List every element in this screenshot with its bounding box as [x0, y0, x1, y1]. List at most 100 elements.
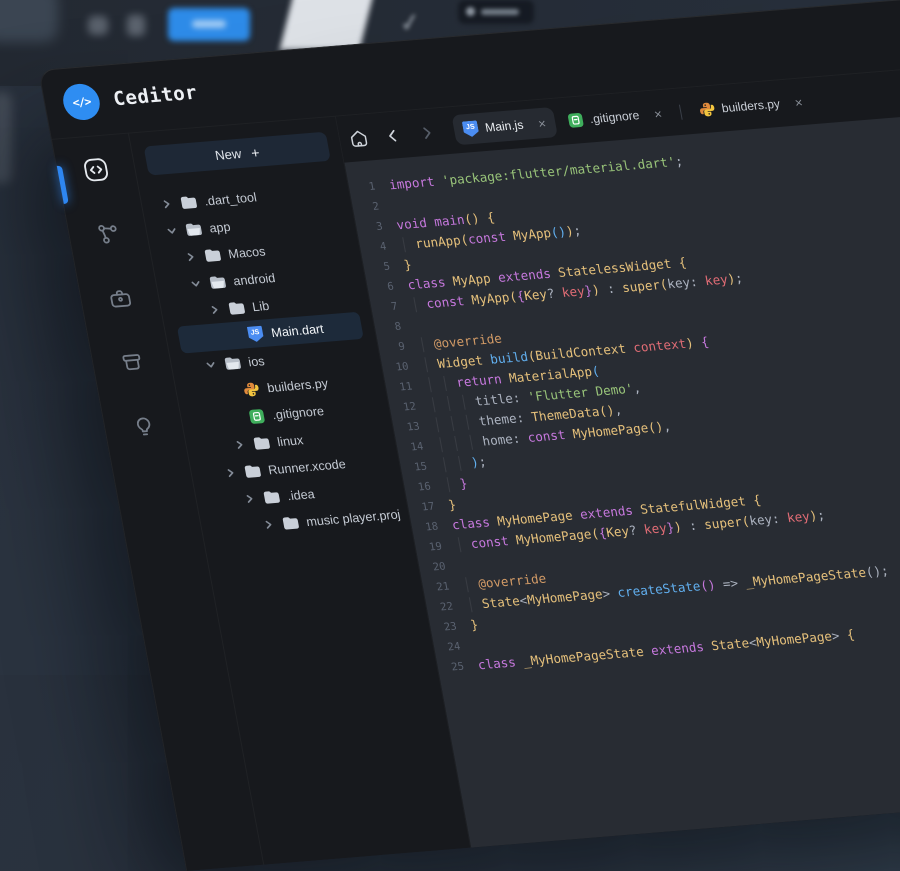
tab-divider — [678, 104, 682, 119]
git-icon — [566, 112, 584, 129]
plus-icon: + — [250, 144, 261, 161]
tree-item-label: music player.proj — [305, 507, 401, 529]
editor-window: </> Ceditor New + .dart_toolapp Macos andr… — [38, 0, 900, 871]
tree-item-label: ios — [247, 354, 266, 369]
chevron-right-icon[interactable] — [232, 440, 246, 450]
app-logo: </> — [60, 82, 103, 121]
js-file-icon: JS — [245, 325, 266, 342]
tree-item-label: linux — [276, 433, 304, 449]
active-rail-indicator — [57, 166, 69, 204]
line-number: 10 — [381, 356, 411, 378]
line-number: 5 — [362, 256, 392, 278]
chevron-down-icon[interactable] — [204, 360, 218, 370]
line-number: 8 — [373, 316, 403, 338]
folder-open-icon — [207, 274, 228, 290]
line-number: 16 — [403, 476, 433, 498]
chevron-right-icon[interactable] — [184, 252, 198, 262]
git-network-icon[interactable] — [81, 211, 135, 257]
chevron-right-icon[interactable] — [208, 305, 222, 315]
tree-item-label: app — [208, 219, 231, 235]
briefcase-icon[interactable] — [93, 275, 147, 321]
line-number: 14 — [396, 436, 426, 458]
line-number: 23 — [429, 616, 459, 638]
folder-open-icon — [222, 355, 243, 371]
scene: ✓ </> Ceditor New + .dart_toolappMacosan… — [0, 0, 900, 675]
tree-item-label: .gitignore — [271, 404, 325, 422]
line-number: 19 — [414, 536, 444, 558]
git-icon — [246, 407, 267, 424]
folder-icon — [261, 489, 282, 505]
line-number: 11 — [384, 376, 414, 398]
tree-item-label: builders.py — [266, 376, 329, 395]
tab-label: builders.py — [720, 97, 781, 116]
chevron-right-icon[interactable] — [223, 468, 237, 478]
home-button[interactable] — [342, 123, 375, 153]
code-text — [391, 195, 395, 215]
code-text: } — [447, 495, 458, 516]
chevron-right-icon[interactable] — [242, 494, 256, 504]
chevron-right-icon[interactable] — [261, 520, 275, 530]
new-button-label: New — [214, 146, 243, 163]
code-text: } — [469, 615, 480, 636]
app-title: Ceditor — [111, 81, 199, 110]
tab-close-button[interactable]: × — [653, 107, 663, 121]
folder-icon — [178, 194, 199, 210]
blurred-icon — [88, 16, 108, 35]
folder-icon — [202, 247, 223, 263]
folder-icon — [251, 435, 272, 451]
tree-item-label: .dart_tool — [203, 190, 258, 208]
python-icon — [241, 380, 262, 397]
tree-item-label: .idea — [286, 487, 316, 503]
tree-item-label: Lib — [251, 298, 270, 313]
blurred-side-light — [0, 92, 12, 184]
archive-box-icon[interactable] — [105, 339, 159, 385]
folder-icon — [280, 515, 301, 531]
code-text — [473, 635, 477, 655]
line-number: 9 — [377, 336, 407, 358]
tab-close-button[interactable]: × — [794, 95, 804, 109]
code-text — [458, 555, 462, 575]
code-window-icon[interactable] — [69, 147, 123, 193]
code-logo-icon: </> — [71, 94, 91, 109]
code-text: } — [402, 255, 413, 276]
line-number: 6 — [366, 276, 396, 298]
line-number: 18 — [410, 516, 440, 538]
blurred-icon — [127, 15, 145, 36]
line-number: 13 — [392, 416, 422, 438]
line-number: 15 — [399, 456, 429, 478]
tree-item-label: Main.dart — [270, 321, 325, 339]
js-file-icon: JS — [462, 120, 480, 137]
line-number: 7 — [370, 296, 400, 318]
tab-label: Main.js — [484, 118, 525, 135]
tab-builders-py[interactable]: builders.py × — [687, 86, 814, 126]
tab-main-js[interactable]: JSMain.js × — [451, 107, 557, 145]
line-number: 1 — [347, 176, 377, 198]
python-icon — [697, 101, 716, 118]
line-number: 20 — [418, 556, 448, 578]
line-number: 24 — [433, 636, 463, 658]
chevron-right-icon[interactable] — [160, 199, 174, 209]
chevron-down-icon[interactable] — [165, 226, 179, 236]
code-text — [413, 315, 417, 335]
blurred-corner-shape — [0, 0, 58, 42]
tree-item-label: Runner.xcode — [267, 457, 347, 477]
tab--gitignore[interactable]: .gitignore × — [556, 98, 674, 137]
window-body: New + .dart_toolappMacosandroidLibJSMain… — [52, 56, 900, 871]
line-number: 17 — [407, 496, 437, 518]
blurred-primary-button — [168, 8, 250, 41]
tab-close-button[interactable]: × — [537, 116, 547, 130]
line-number: 21 — [421, 576, 451, 598]
tree-item-label: Macos — [227, 244, 266, 261]
tab-label: .gitignore — [589, 108, 641, 126]
line-number: 4 — [359, 236, 389, 258]
tree-item-label: android — [232, 270, 276, 287]
line-number: 12 — [388, 396, 418, 418]
back-button[interactable] — [376, 120, 409, 150]
code-text: │ } — [443, 473, 469, 495]
folder-icon — [242, 463, 263, 479]
line-number: 2 — [351, 196, 381, 218]
lightbulb-icon[interactable] — [117, 403, 171, 449]
new-file-button[interactable]: New + — [144, 132, 331, 176]
forward-button[interactable] — [410, 117, 443, 147]
chevron-down-icon[interactable] — [189, 279, 203, 289]
